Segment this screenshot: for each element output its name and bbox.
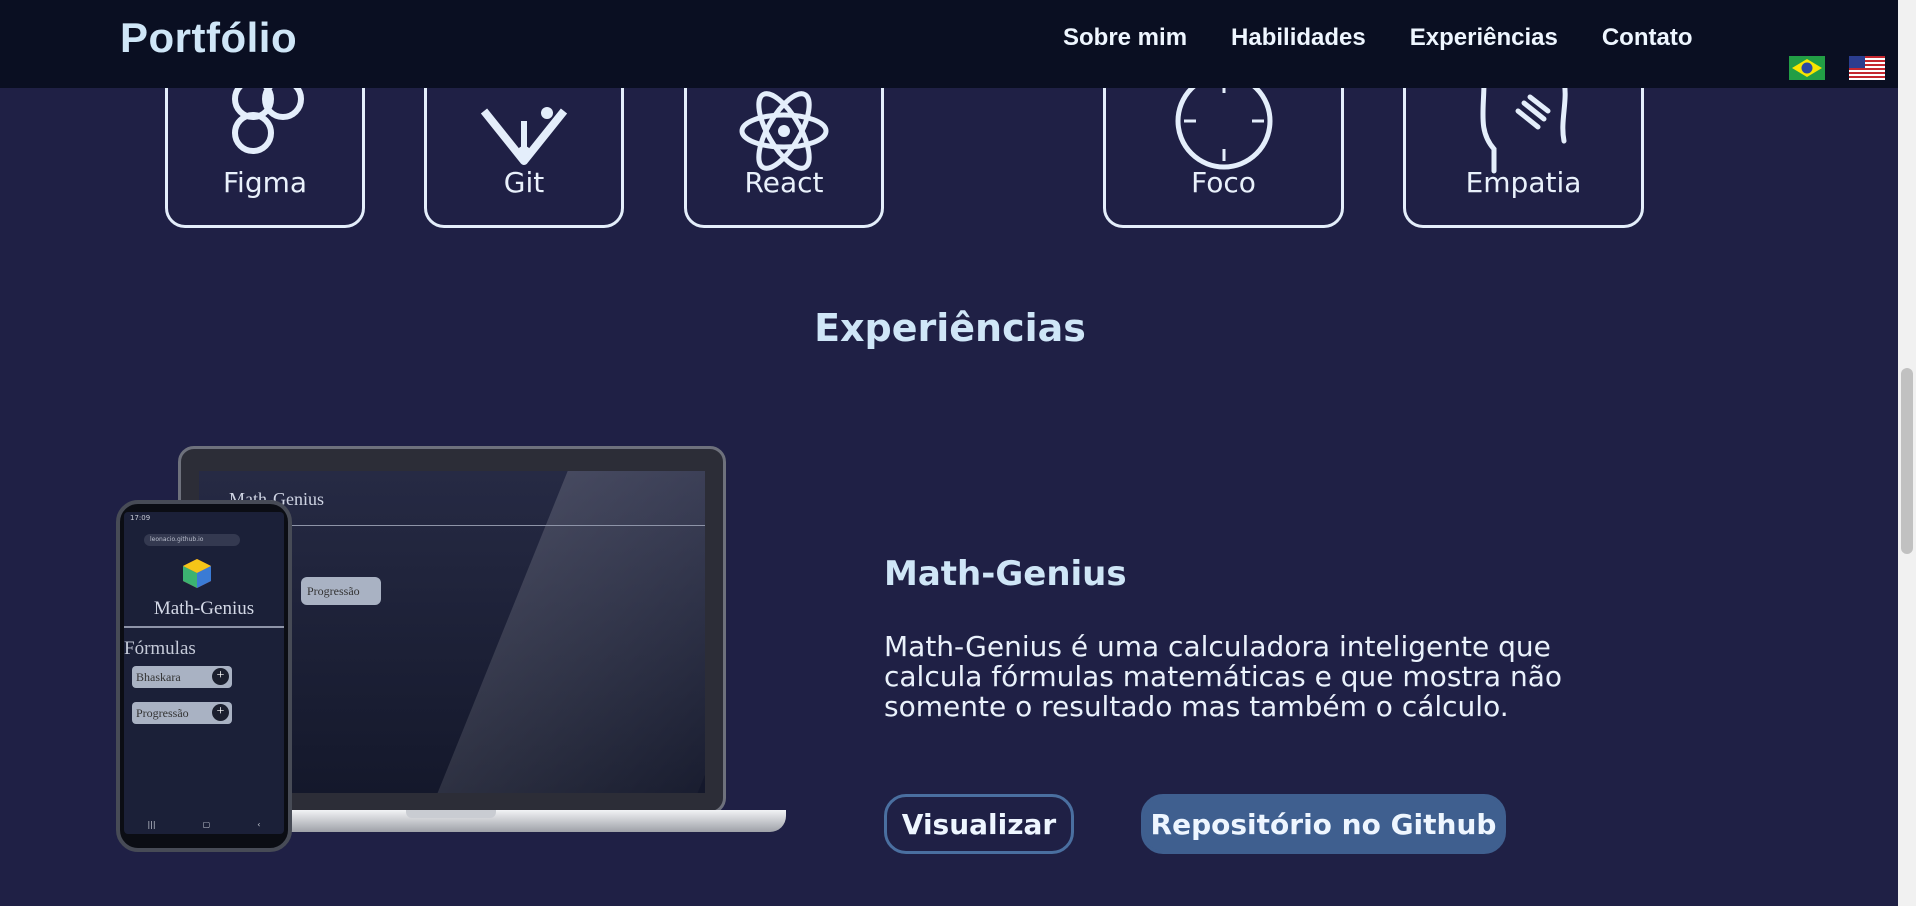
phone-frame: 17:09 leonacio.github.io Math-Genius Fór… xyxy=(116,500,292,852)
skill-label: React xyxy=(744,166,824,199)
skill-label: Git xyxy=(503,166,545,199)
plus-icon: + xyxy=(212,704,229,721)
nav-link-contato[interactable]: Contato xyxy=(1602,24,1693,52)
phone-app-title: Math-Genius xyxy=(153,598,255,619)
nav-link-experiencias[interactable]: Experiências xyxy=(1410,24,1558,52)
phone-nav-bar: ||| ▢ ‹ xyxy=(124,820,284,834)
laptop-app-button: Progressão xyxy=(301,577,381,605)
us-flag-icon[interactable] xyxy=(1849,56,1885,80)
skill-label: Empatia xyxy=(1465,166,1582,199)
phone-url-bar: leonacio.github.io xyxy=(144,534,240,546)
home-icon: ▢ xyxy=(202,820,211,829)
nav-link-sobre-mim[interactable]: Sobre mim xyxy=(1063,24,1187,52)
cube-logo-icon xyxy=(183,559,211,588)
back-icon: ‹ xyxy=(257,820,261,829)
phone-section-title: Fórmulas xyxy=(124,638,196,659)
top-navbar: Portfólio Sobre mim Habilidades Experiên… xyxy=(0,0,1898,88)
skill-label: Figma xyxy=(222,166,308,199)
plus-icon: + xyxy=(212,668,229,685)
page-scrollbar[interactable] xyxy=(1898,0,1916,906)
phone-status-time: 17:09 xyxy=(130,514,151,522)
nav-link-habilidades[interactable]: Habilidades xyxy=(1231,24,1366,52)
main-nav: Sobre mim Habilidades Experiências Conta… xyxy=(1063,24,1693,52)
view-project-button[interactable]: Visualizar xyxy=(884,794,1074,854)
phone-formula-button: Progressão + xyxy=(132,702,232,724)
project-mockup-image: Math-Genius Progressão 17:09 leonacio.gi… xyxy=(116,440,786,860)
project-title: Math-Genius xyxy=(884,554,1127,594)
project-description: Math-Genius é uma calculadora inteligent… xyxy=(884,630,1562,723)
recent-apps-icon: ||| xyxy=(147,820,156,829)
brazil-flag-icon[interactable] xyxy=(1789,56,1825,80)
scrollbar-thumb[interactable] xyxy=(1901,368,1913,554)
github-repo-button[interactable]: Repositório no Github xyxy=(1141,794,1506,854)
skill-label: Foco xyxy=(1191,166,1256,199)
section-title-experiencias: Experiências xyxy=(814,306,1086,350)
phone-formula-button: Bhaskara + xyxy=(132,666,232,688)
site-logo[interactable]: Portfólio xyxy=(120,14,297,62)
